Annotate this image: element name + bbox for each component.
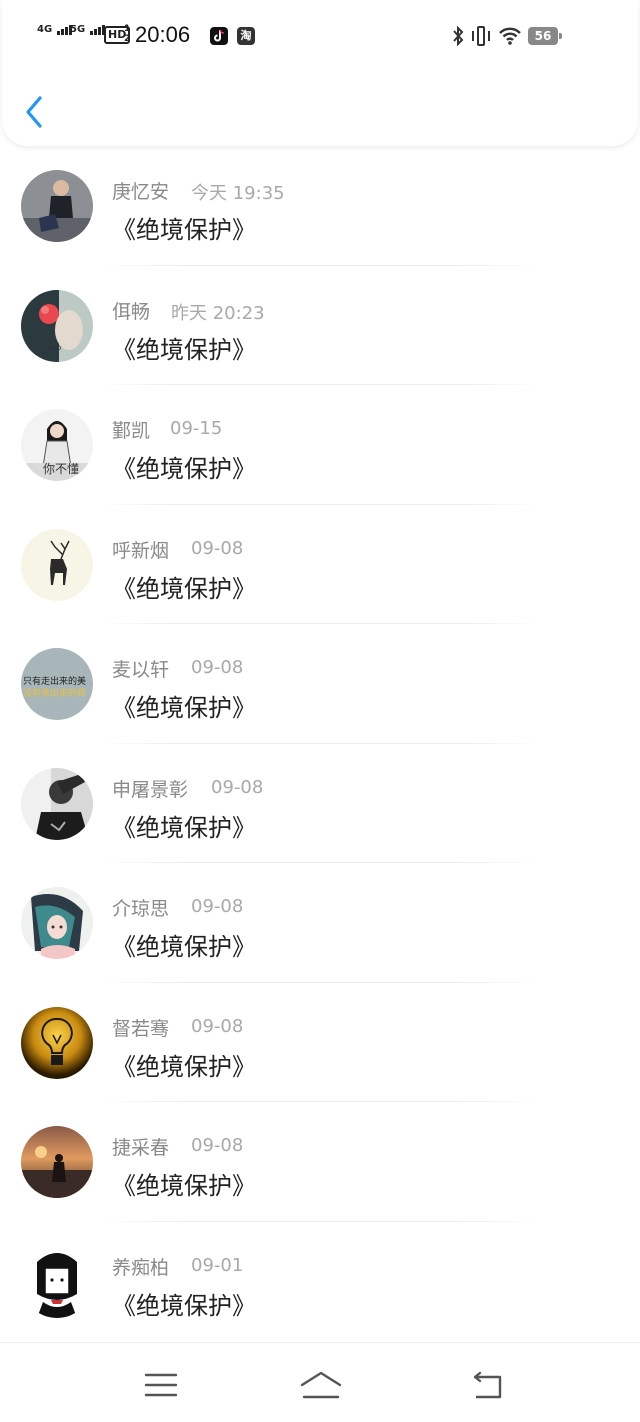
list-item[interactable]: 庚忆安 今天 19:35 《绝境保护》 (0, 146, 640, 266)
list-item[interactable]: 只有走出来的美 没有等出来的辉 麦以轩 09-08 《绝境保护》 (0, 624, 640, 744)
contact-name: 捷采春 (112, 1137, 170, 1159)
message-time: 昨天 20:23 (171, 302, 265, 324)
vibrate-icon (472, 26, 490, 46)
avatar (21, 1126, 93, 1198)
signal-5g: 5G (70, 24, 106, 35)
status-bar: 4G 5G HD 12 20:06 淘 56 (0, 0, 640, 72)
contact-name: 督若骞 (112, 1017, 170, 1040)
message-time: 09-08 (211, 776, 264, 798)
taobao-icon: 淘 (237, 27, 255, 45)
avatar (21, 528, 93, 601)
tiktok-icon (210, 27, 228, 45)
battery-indicator: 56 (528, 27, 562, 45)
avatar (21, 1006, 93, 1079)
home-icon (300, 1371, 342, 1399)
svg-text:eco: eco (47, 343, 61, 352)
list-item[interactable]: 申屠景彰 09-08 《绝境保护》 (0, 744, 640, 863)
contact-name: 佴畅 (112, 300, 151, 323)
contact-name: 养痴柏 (112, 1256, 170, 1279)
message-preview: 《绝境保护》 (112, 1172, 256, 1200)
message-preview: 《绝境保护》 (112, 933, 256, 961)
message-preview: 《绝境保护》 (112, 694, 256, 722)
message-preview: 《绝境保护》 (112, 455, 256, 483)
list-item[interactable]: 督若骞 09-08 《绝境保护》 (0, 983, 640, 1102)
avatar (21, 1245, 93, 1318)
avatar-caption: 你不懂 (43, 462, 80, 476)
message-preview: 《绝境保护》 (112, 1291, 256, 1320)
message-preview: 《绝境保护》 (112, 216, 256, 244)
message-time: 今天 19:35 (191, 183, 285, 204)
message-time: 09-08 (191, 1015, 244, 1037)
signal-4g: 4G (37, 24, 73, 35)
list-item[interactable]: 介琼思 09-08 《绝境保护》 (0, 863, 640, 983)
avatar (21, 170, 93, 242)
message-preview: 《绝境保护》 (112, 813, 256, 842)
message-time: 09-08 (191, 657, 244, 678)
avatar (21, 767, 93, 840)
avatar-caption-line2: 没有等出来的辉 (23, 689, 87, 699)
message-preview: 《绝境保护》 (112, 1052, 256, 1081)
signal-5g-label: 5G (70, 24, 86, 35)
avatar: 你不懂 (21, 409, 93, 481)
back-arrow-icon (473, 1371, 502, 1399)
menu-button[interactable] (136, 1365, 186, 1405)
conversation-list: 庚忆安 今天 19:35 《绝境保护》 eco 佴畅 昨天 20:23 《绝境保… (0, 146, 640, 1341)
menu-icon (144, 1373, 178, 1397)
message-preview: 《绝境保护》 (112, 335, 256, 364)
message-time: 09-08 (191, 1135, 244, 1156)
contact-name: 麦以轩 (112, 659, 170, 681)
contact-name: 鄞凯 (112, 420, 151, 442)
list-item[interactable]: 呼新烟 09-08 《绝境保护》 (0, 505, 640, 624)
contact-name: 介琼思 (112, 898, 170, 920)
back-button[interactable] (18, 90, 54, 134)
hd-superscript: 12 (124, 24, 131, 44)
contact-name: 庚忆安 (112, 181, 170, 203)
list-item[interactable]: 你不懂 鄞凯 09-15 《绝境保护》 (0, 385, 640, 505)
bluetooth-icon (452, 25, 464, 51)
message-time: 09-08 (191, 896, 244, 917)
message-time: 09-08 (191, 537, 244, 559)
signal-4g-label: 4G (37, 24, 53, 35)
avatar (21, 887, 93, 959)
list-item[interactable]: 养痴柏 09-01 《绝境保护》 (0, 1222, 640, 1342)
list-item[interactable]: eco 佴畅 昨天 20:23 《绝境保护》 (0, 266, 640, 385)
message-time: 09-01 (191, 1254, 244, 1276)
system-nav-bar (0, 1342, 640, 1422)
avatar: eco (21, 289, 93, 362)
message-preview: 《绝境保护》 (112, 574, 256, 603)
home-button[interactable] (296, 1365, 346, 1405)
contact-name: 申屠景彰 (112, 778, 189, 801)
message-time: 09-15 (170, 418, 223, 439)
chevron-left-icon (26, 96, 42, 128)
status-time: 20:06 (135, 22, 191, 47)
contact-name: 呼新烟 (112, 539, 170, 562)
wifi-icon (498, 26, 522, 46)
avatar: 只有走出来的美 没有等出来的辉 (21, 648, 93, 720)
back-nav-button[interactable] (464, 1365, 514, 1405)
list-item[interactable]: 捷采春 09-08 《绝境保护》 (0, 1102, 640, 1222)
